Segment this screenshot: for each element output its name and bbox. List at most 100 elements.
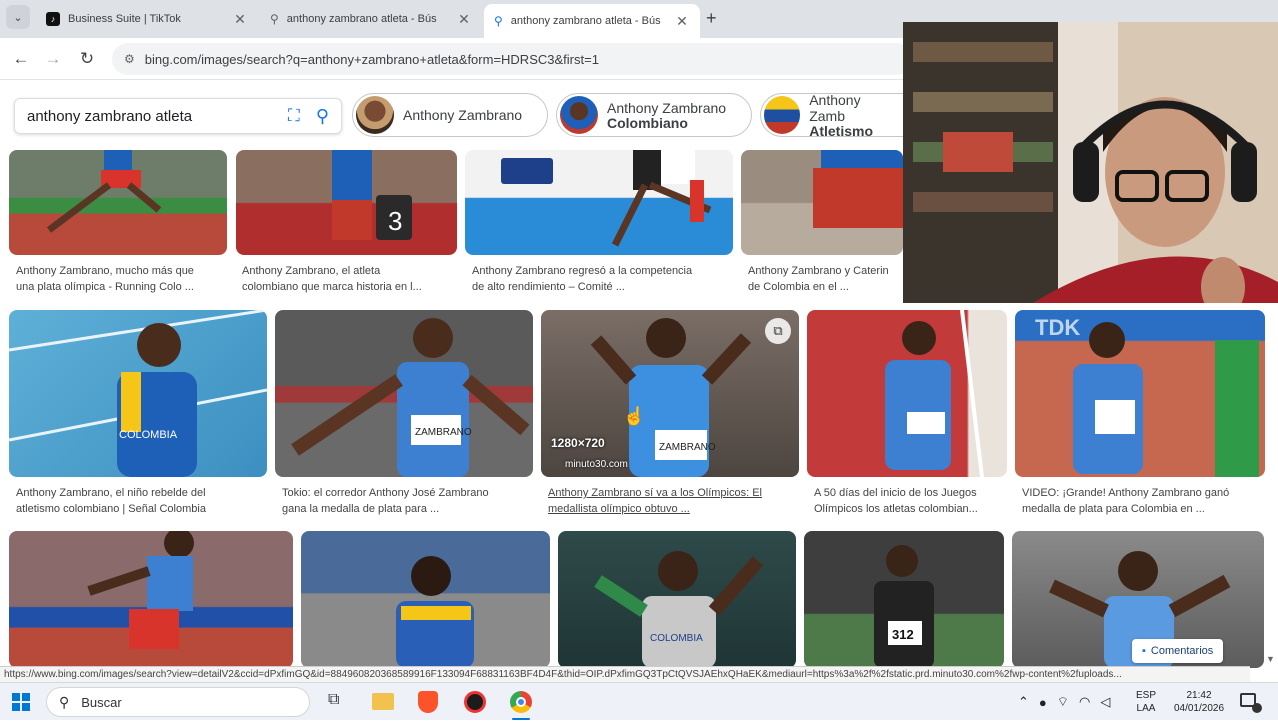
image-result-hovered[interactable]: ZAMBRANO ⧉ 1280×720 minuto30.com ☝ — [541, 310, 799, 477]
chrome-icon[interactable] — [510, 691, 532, 713]
bib-number: 3 — [388, 206, 402, 236]
windows-start-icon[interactable] — [12, 693, 30, 711]
runner-figure: 3 — [332, 150, 412, 240]
new-tab-button[interactable]: + — [706, 8, 717, 29]
windows-taskbar: ⚲ Buscar ⧉ ⌃ ● ⌔ ◠ ◁ ESP LAA 21:42 04/01… — [0, 682, 1278, 720]
athlete-figure: COLOMBIA — [594, 551, 764, 668]
athlete-figure: ZAMBRANO — [590, 318, 752, 477]
chip-sublabel: Atletismo — [809, 122, 874, 139]
chip-label: Anthony Zambrano — [403, 107, 523, 123]
image-result[interactable]: ▪ Comentarios — [1012, 531, 1264, 668]
image-caption-hovered[interactable]: Anthony Zambrano sí va a los Olímpicos: … — [548, 485, 798, 517]
close-icon[interactable]: ✕ — [674, 13, 690, 30]
tab-search-button[interactable]: ⌄ — [6, 5, 30, 29]
chip-label: Anthony Zambrano — [607, 99, 727, 116]
image-caption[interactable]: Anthony Zambrano, el atleta colombiano qu… — [242, 263, 452, 295]
address-bar[interactable]: ⚙ bing.com/images/search?q=anthony+zambr… — [112, 43, 912, 75]
reload-icon[interactable]: ↻ — [74, 46, 100, 72]
webcam-overlay — [903, 22, 1278, 303]
tab-bing-1[interactable]: ⚲ anthony zambrano atleta - Bús ✕ — [260, 4, 482, 34]
tab-title: Business Suite | TikTok — [68, 13, 181, 25]
tab-bing-2[interactable]: ⚲ anthony zambrano atleta - Bús ✕ — [484, 4, 700, 38]
runner-figure — [501, 150, 712, 247]
athlete-figure: COLOMBIA — [9, 310, 267, 477]
tab-title: anthony zambrano atleta - Bús — [286, 13, 437, 25]
athlete-figure: 312 — [874, 545, 934, 668]
avatar — [560, 96, 598, 134]
network-icon[interactable]: ⌔ — [1057, 694, 1069, 710]
athlete-figure: ZAMBRANO — [291, 318, 530, 477]
language-indicator[interactable]: ESP LAA — [1136, 683, 1156, 721]
tab-title: anthony zambrano atleta - Bús — [510, 15, 661, 27]
search-icon[interactable]: ⚲ — [316, 106, 329, 127]
clock-time: 21:42 — [1186, 690, 1212, 701]
taskbar-search-placeholder: Buscar — [81, 694, 122, 710]
image-result[interactable]: 3 — [236, 150, 457, 255]
clock[interactable]: 21:42 04/01/2026 — [1168, 683, 1230, 721]
tab-tiktok[interactable]: ♪ Business Suite | TikTok ✕ — [36, 4, 258, 34]
visual-search-icon[interactable]: ⛶ — [288, 106, 300, 126]
site-settings-icon[interactable]: ⚙ — [124, 52, 135, 66]
microphone-icon[interactable]: ● — [1039, 695, 1047, 710]
status-bar-url: https://www.bing.com/images/search?view=… — [0, 666, 1250, 682]
athlete-figure — [396, 556, 474, 668]
speaker-icon[interactable]: ◁ — [1100, 694, 1110, 710]
jersey-text: COLOMBIA — [650, 633, 703, 644]
image-result[interactable]: 312 — [804, 531, 1004, 668]
banner-text: TDK — [1035, 315, 1080, 340]
image-caption[interactable]: Anthony Zambrano, el niño rebelde del atl… — [16, 485, 266, 517]
image-caption[interactable]: VIDEO: ¡Grande! Anthony Zambrano ganó med… — [1022, 485, 1272, 517]
bib-number: 312 — [892, 627, 914, 642]
comments-button[interactable]: ▪ Comentarios — [1132, 639, 1224, 663]
close-icon[interactable]: ✕ — [456, 11, 472, 28]
search-input[interactable]: anthony zambrano atleta ⛶ ⚲ — [14, 98, 342, 134]
runner-figure — [813, 150, 903, 228]
visual-search-badge-icon[interactable]: ⧉ — [765, 318, 791, 344]
athlete-figure — [87, 531, 194, 649]
image-caption[interactable]: Anthony Zambrano y Caterin de Colombia en… — [748, 263, 903, 295]
clock-date: 04/01/2026 — [1173, 703, 1225, 714]
image-result[interactable] — [741, 150, 903, 255]
forward-arrow-icon[interactable]: → — [40, 46, 66, 72]
related-chip-atletismo[interactable]: Anthony Zamb Atletismo — [760, 92, 910, 139]
image-caption[interactable]: Tokio: el corredor Anthony José Zambrano… — [282, 485, 532, 517]
image-caption[interactable]: Anthony Zambrano regresó a la competenci… — [472, 263, 732, 295]
brave-browser-icon[interactable] — [418, 691, 438, 713]
search-icon: ⚲ — [270, 12, 279, 26]
search-icon: ⚲ — [59, 693, 70, 710]
image-result[interactable] — [807, 310, 1007, 477]
back-arrow-icon[interactable]: ← — [8, 46, 34, 72]
image-result[interactable] — [465, 150, 733, 255]
app-icon[interactable] — [464, 691, 486, 713]
wifi-icon[interactable]: ◠ — [1079, 694, 1090, 710]
related-chip-colombiano[interactable]: Anthony Zambrano Colombiano — [556, 93, 752, 137]
jersey-text: ZAMBRANO — [659, 442, 716, 453]
file-explorer-icon[interactable] — [372, 693, 394, 710]
search-query: anthony zambrano atleta — [27, 107, 193, 125]
jersey-text: ZAMBRANO — [415, 427, 472, 438]
scroll-down-arrow-icon[interactable]: ▼ — [1266, 654, 1275, 664]
webcam-person-figure — [903, 22, 1278, 303]
address-url: bing.com/images/search?q=anthony+zambran… — [144, 51, 599, 67]
runner-figure — [46, 150, 162, 233]
image-result[interactable]: COLOMBIA — [558, 531, 796, 668]
image-result[interactable]: COLOMBIA — [9, 310, 267, 477]
jersey-text: COLOMBIA — [119, 429, 178, 441]
image-result[interactable] — [301, 531, 550, 668]
comment-icon: ▪ — [1142, 645, 1146, 657]
image-result[interactable]: TDK — [1015, 310, 1265, 477]
chip-sublabel: Colombiano — [607, 114, 688, 131]
comments-label: Comentarios — [1150, 645, 1214, 657]
image-caption[interactable]: A 50 días del inicio de los Juegos Olímpi… — [814, 485, 1009, 517]
image-result[interactable] — [9, 531, 293, 668]
task-view-icon[interactable]: ⧉ — [328, 691, 339, 709]
cursor-icon: ☝ — [623, 406, 646, 426]
close-icon[interactable]: ✕ — [232, 11, 248, 28]
related-chip-anthony-zambrano[interactable]: Anthony Zambrano — [352, 93, 548, 137]
image-result[interactable] — [9, 150, 227, 255]
taskbar-search-input[interactable]: ⚲ Buscar — [46, 687, 310, 717]
system-tray: ⌃ ● ⌔ ◠ ◁ — [1018, 683, 1138, 721]
image-result[interactable]: ZAMBRANO — [275, 310, 533, 477]
chevron-up-icon[interactable]: ⌃ — [1018, 694, 1029, 710]
image-caption[interactable]: Anthony Zambrano, mucho más que una plata… — [16, 263, 226, 295]
